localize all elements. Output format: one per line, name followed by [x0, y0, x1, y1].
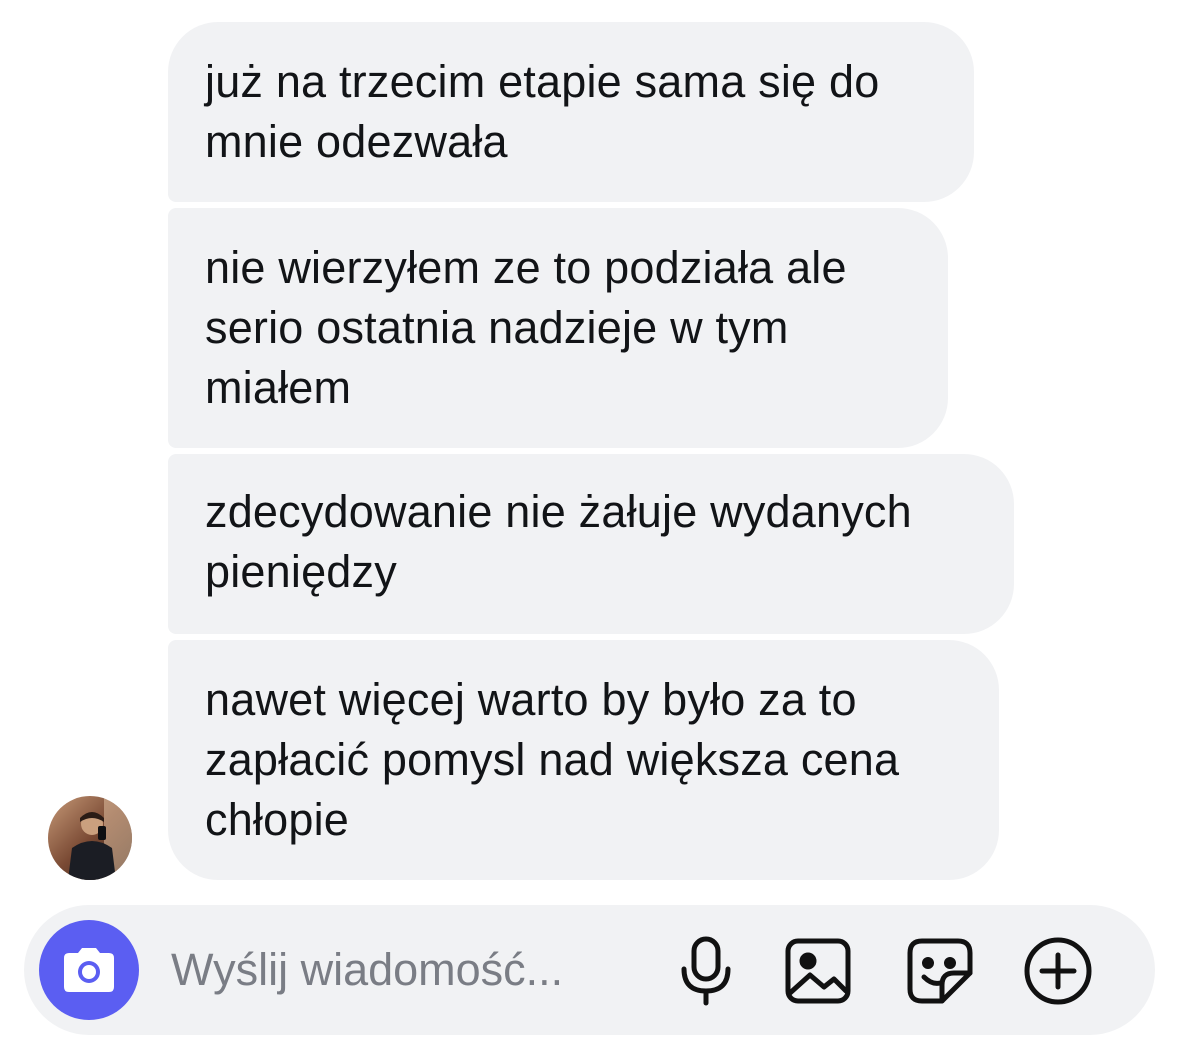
message-line: zapłacić pomysl nad większa cena — [205, 734, 900, 785]
message-line: już na trzecim etapie sama się do — [205, 56, 880, 107]
message-bubble[interactable]: już na trzecim etapie sama się do mnie o… — [168, 22, 974, 202]
message-line: chłopie — [205, 794, 350, 845]
message-line: nawet więcej warto by było za to — [205, 674, 857, 725]
message-line: zdecydowanie nie żałuje wydanych — [205, 486, 912, 537]
message-bubble[interactable]: nawet więcej warto by było za to zapłaci… — [168, 640, 999, 880]
microphone-button[interactable] — [670, 935, 742, 1007]
plus-circle-icon — [1024, 937, 1092, 1005]
message-input[interactable]: Wyślij wiadomość... — [171, 943, 631, 997]
message-line: pieniędzy — [205, 546, 397, 597]
camera-button[interactable] — [39, 920, 139, 1020]
more-options-button[interactable] — [1022, 935, 1094, 1007]
message-line: nie wierzyłem ze to podziała ale — [205, 242, 847, 293]
microphone-icon — [681, 936, 731, 1006]
message-composer: Wyślij wiadomość... — [24, 905, 1155, 1035]
sticker-icon — [907, 938, 973, 1004]
message-bubble[interactable]: nie wierzyłem ze to podziała ale serio o… — [168, 208, 948, 448]
message-line: serio ostatnia nadzieje w tym — [205, 302, 789, 353]
image-icon — [785, 938, 851, 1004]
message-line: mnie odezwała — [205, 116, 508, 167]
camera-icon — [64, 948, 114, 992]
avatar[interactable] — [48, 796, 132, 880]
message-bubble[interactable]: zdecydowanie nie żałuje wydanych pienięd… — [168, 454, 1014, 634]
gallery-button[interactable] — [782, 935, 854, 1007]
message-line: miałem — [205, 362, 352, 413]
sticker-button[interactable] — [904, 935, 976, 1007]
